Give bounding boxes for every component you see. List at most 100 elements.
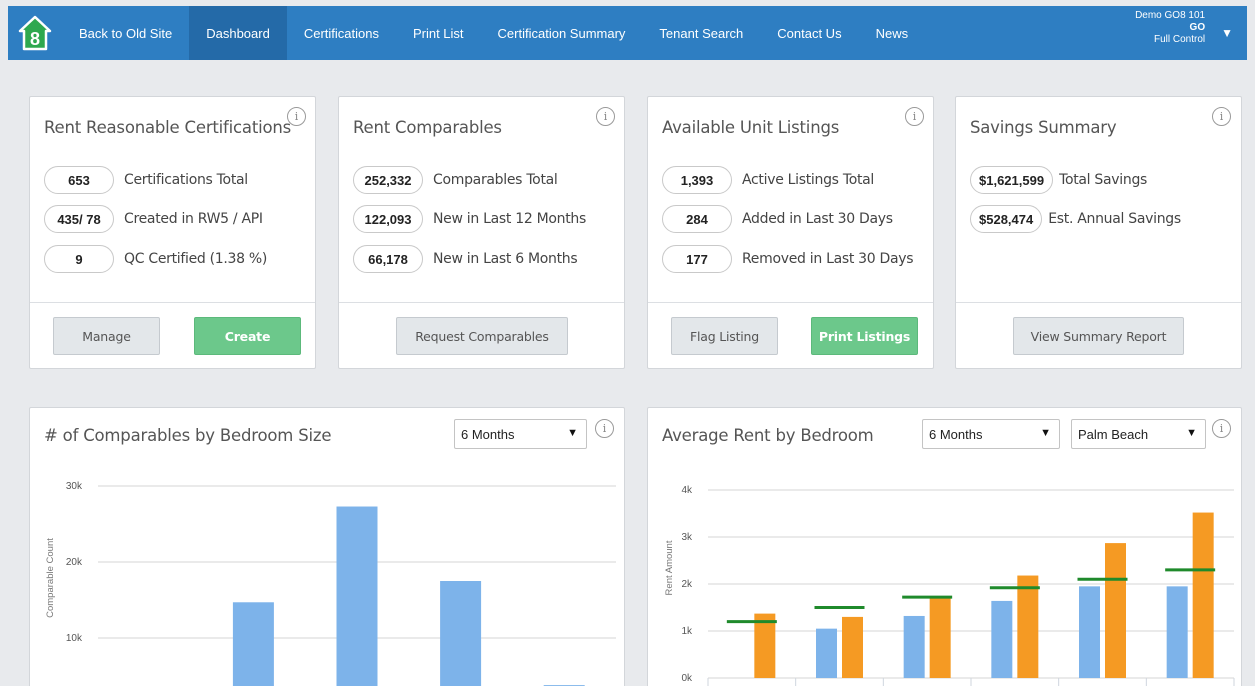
top-navbar: 8 Back to Old Site Dashboard Certificati… [8,6,1247,60]
info-icon[interactable]: i [905,107,924,126]
bar [991,600,1013,678]
bar [929,598,951,678]
manage-button[interactable]: Manage [53,317,160,355]
chevron-down-icon: ▼ [1186,427,1197,439]
chart-title: # of Comparables by Bedroom Size [44,426,332,445]
divider [30,302,315,303]
home-logo[interactable]: 8 [8,6,62,60]
comparables-bar-chart: 10k 20k 30k Comparable Count [45,481,616,686]
user-role: Full Control [1153,34,1206,45]
stat-value: 9 [44,245,114,273]
user-menu[interactable]: Demo GO8 101 GO Full Control [1135,6,1215,60]
stat-label: Comparables Total [433,172,558,188]
stat-row: 653 Certifications Total [44,166,248,194]
stat-label: New in Last 6 Months [433,251,578,267]
y-tick-label: 1k [681,626,693,637]
bar [336,506,378,686]
card-title: Rent Reasonable Certifications [44,118,292,137]
stat-value: 252,332 [353,166,423,194]
stat-label: Est. Annual Savings [1048,211,1181,227]
rent-reasonable-card: Rent Reasonable Certifications i 653 Cer… [29,96,316,369]
bar [842,616,863,678]
divider [648,302,933,303]
nav-back-to-old-site[interactable]: Back to Old Site [62,6,189,60]
y-tick-label: 2k [681,579,693,590]
stat-value: 66,178 [353,245,423,273]
nav-certifications[interactable]: Certifications [287,6,396,60]
chevron-down-icon: ▼ [567,427,578,439]
card-title: Available Unit Listings [662,118,840,137]
avg-rent-bar-chart: 0k 1k 2k 3k 4k Rent Amount [664,485,1235,686]
nav-print-list[interactable]: Print List [396,6,481,60]
area-select-value: Palm Beach [1078,426,1149,442]
nav-contact-us[interactable]: Contact Us [760,6,858,60]
stat-row: $528,474 Est. Annual Savings [970,205,1181,233]
nav-news[interactable]: News [859,6,926,60]
rent-comparables-card: Rent Comparables i 252,332 Comparables T… [338,96,625,369]
logo-digit: 8 [30,29,40,49]
stat-value: 122,093 [353,205,423,233]
stat-row: 66,178 New in Last 6 Months [353,245,578,273]
y-axis-label: Comparable Count [45,538,56,618]
stat-label: Created in RW5 / API [124,211,263,227]
info-icon[interactable]: i [1212,107,1231,126]
nav-dashboard[interactable]: Dashboard [189,6,287,60]
stat-label: Total Savings [1059,172,1148,188]
y-tick-label: 3k [681,532,693,543]
bar [816,628,837,678]
stat-label: Added in Last 30 Days [742,211,893,227]
stat-label: QC Certified (1.38 %) [124,251,268,267]
divider [339,302,624,303]
stat-row: $1,621,599 Total Savings [970,166,1147,194]
bar [754,613,776,678]
stat-label: Certifications Total [124,172,248,188]
bar [1192,512,1214,678]
stat-value: 177 [662,245,732,273]
savings-summary-card: Savings Summary i $1,621,599 Total Savin… [955,96,1242,369]
request-comparables-button[interactable]: Request Comparables [396,317,568,355]
stat-row: 284 Added in Last 30 Days [662,205,893,233]
y-tick-label: 4k [681,485,693,496]
flag-listing-button[interactable]: Flag Listing [671,317,778,355]
stat-row: 177 Removed in Last 30 Days [662,245,914,273]
bar [232,602,274,686]
stat-label: Removed in Last 30 Days [742,251,914,267]
card-title: Rent Comparables [353,118,502,137]
y-tick-label: 20k [66,557,83,568]
stat-label: Active Listings Total [742,172,875,188]
unit-listings-card: Available Unit Listings i 1,393 Active L… [647,96,934,369]
period-select[interactable]: 6 Months ▼ [922,419,1060,449]
user-code: GO [1189,22,1206,33]
user-menu-caret-icon[interactable]: ▼ [1215,6,1247,60]
info-icon[interactable]: i [596,107,615,126]
y-tick-label: 10k [66,633,83,644]
card-title: Savings Summary [970,118,1117,137]
chevron-down-icon: ▼ [1040,427,1051,439]
info-icon[interactable]: i [595,419,614,438]
nav-certification-summary[interactable]: Certification Summary [481,6,643,60]
view-summary-report-button[interactable]: View Summary Report [1013,317,1184,355]
chart-title: Average Rent by Bedroom [662,426,874,445]
period-select[interactable]: 6 Months ▼ [454,419,587,449]
stat-row: 122,093 New in Last 12 Months [353,205,586,233]
stat-value: 1,393 [662,166,732,194]
bar [903,615,925,678]
create-button[interactable]: Create [194,317,301,355]
stat-value: 653 [44,166,114,194]
print-listings-button[interactable]: Print Listings [811,317,918,355]
area-select[interactable]: Palm Beach ▼ [1071,419,1206,449]
stat-value: $528,474 [970,205,1043,233]
period-select-value: 6 Months [929,426,983,442]
stat-label: New in Last 12 Months [433,211,586,227]
nav-tenant-search[interactable]: Tenant Search [642,6,760,60]
stat-row: 435/ 78 Created in RW5 / API [44,205,263,233]
house-logo-icon: 8 [18,15,52,51]
user-org: Demo GO8 101 [1135,10,1206,21]
info-icon[interactable]: i [1212,419,1231,438]
stat-row: 9 QC Certified (1.38 %) [44,245,267,273]
y-axis-label: Rent Amount [664,540,675,595]
y-tick-label: 0k [681,673,693,684]
stat-value: 284 [662,205,732,233]
info-icon[interactable]: i [287,107,306,126]
bar [1017,575,1039,678]
